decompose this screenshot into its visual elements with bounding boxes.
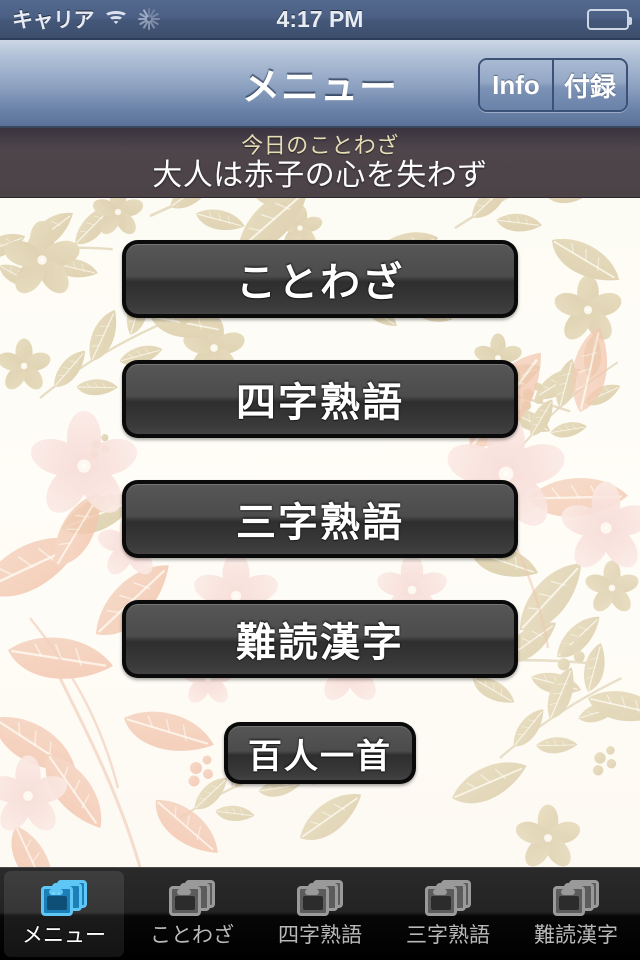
tab-bar: メニュー ことわざ 四字熟語 三字熟語 難読漢字 xyxy=(0,867,640,960)
menu-button-label: 三字熟語 xyxy=(236,501,404,545)
menu-button-label: 百人一首 xyxy=(248,737,392,776)
stacked-windows-icon xyxy=(553,877,599,917)
tab-label: 四字熟語 xyxy=(278,924,362,947)
tab-kotowaza[interactable]: ことわざ xyxy=(128,868,256,960)
appendix-button[interactable]: 付録 xyxy=(551,60,626,110)
tab-nandokukanji[interactable]: 難読漢字 xyxy=(512,868,640,960)
app-screen: キャリア 4:17 PM メニュー Info 付録 今日のことわざ 大人は赤子の… xyxy=(0,0,640,960)
status-bar: キャリア 4:17 PM xyxy=(0,0,640,38)
tab-label: メニュー xyxy=(22,924,106,947)
menu-button-nandokukanji[interactable]: 難読漢字 xyxy=(122,600,518,678)
proverb-heading: 今日のことわざ xyxy=(241,132,399,158)
menu-button-label: ことわざ xyxy=(236,261,404,305)
stacked-windows-icon xyxy=(425,877,471,917)
stacked-windows-icon xyxy=(169,877,215,917)
clock-label: 4:17 PM xyxy=(276,5,364,32)
menu-button-label: 四字熟語 xyxy=(236,381,404,425)
tab-label: 難読漢字 xyxy=(534,924,618,947)
menu-button-list: ことわざ 四字熟語 三字熟語 難読漢字 百人一首 xyxy=(0,198,640,867)
menu-button-yojijukugo[interactable]: 四字熟語 xyxy=(122,360,518,438)
menu-button-sanjijukugo[interactable]: 三字熟語 xyxy=(122,480,518,558)
stacked-windows-icon xyxy=(41,877,87,917)
tab-yojijukugo[interactable]: 四字熟語 xyxy=(256,868,384,960)
tab-label: 三字熟語 xyxy=(406,924,490,947)
segmented-control[interactable]: Info 付録 xyxy=(477,58,628,112)
daily-proverb-banner: 今日のことわざ 大人は赤子の心を失わず xyxy=(0,128,640,198)
content-area: ことわざ 四字熟語 三字熟語 難読漢字 百人一首 xyxy=(0,198,640,867)
menu-button-label: 難読漢字 xyxy=(236,621,404,665)
page-title: メニュー xyxy=(241,66,398,109)
proverb-text: 大人は赤子の心を失わず xyxy=(152,158,488,192)
info-button[interactable]: Info xyxy=(479,60,552,110)
navigation-bar: メニュー Info 付録 xyxy=(0,38,640,128)
menu-button-kotowaza[interactable]: ことわざ xyxy=(122,240,518,318)
battery-icon xyxy=(587,8,632,30)
tab-sanjijukugo[interactable]: 三字熟語 xyxy=(384,868,512,960)
menu-button-hyakuninisshu[interactable]: 百人一首 xyxy=(224,722,416,784)
stacked-windows-icon xyxy=(297,877,343,917)
tab-menu[interactable]: メニュー xyxy=(0,868,128,960)
tab-label: ことわざ xyxy=(150,924,234,947)
